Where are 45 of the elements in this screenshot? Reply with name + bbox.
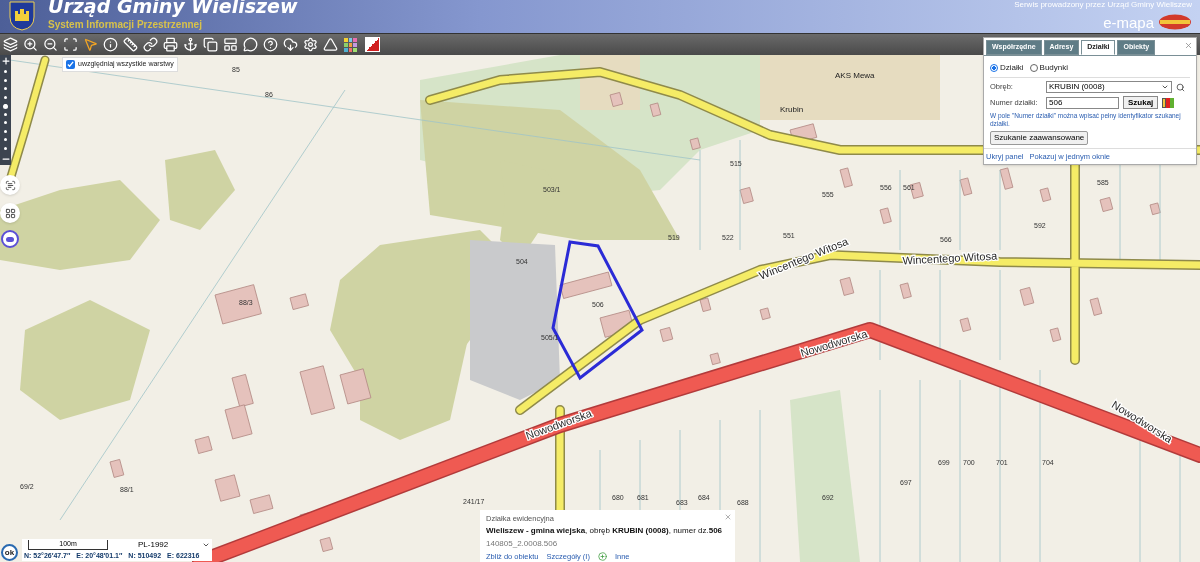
info-icon[interactable] [102, 35, 119, 54]
search-icon[interactable] [1176, 82, 1185, 92]
parcel-number-input[interactable]: 506 [1046, 96, 1119, 109]
layout-icon[interactable] [222, 35, 239, 54]
layers-icon[interactable] [2, 35, 19, 54]
translate-icon [4, 179, 16, 191]
cloud-download-icon[interactable] [282, 35, 299, 54]
triangle-icon[interactable] [322, 35, 339, 54]
zoom-in-icon[interactable] [0, 56, 11, 66]
brand-name: e-mapa [1103, 14, 1154, 30]
help-icon[interactable] [262, 35, 279, 54]
print-icon[interactable] [162, 35, 179, 54]
coat-of-arms-icon [9, 1, 35, 31]
precinct-select[interactable]: KRUBIN (0008) [1046, 81, 1172, 93]
search-button[interactable]: Szukaj [1123, 96, 1159, 109]
color-grid-icon[interactable] [342, 35, 359, 54]
zoom-out-icon[interactable] [42, 35, 59, 54]
settings-icon[interactable] [302, 35, 319, 54]
checkbox[interactable] [66, 60, 75, 69]
radio-option[interactable]: Budynki [1029, 62, 1069, 74]
anchor-icon[interactable] [182, 35, 199, 54]
ruler-icon[interactable] [122, 35, 139, 54]
zoom-slider[interactable] [0, 55, 11, 165]
link-icon[interactable] [142, 35, 159, 54]
place-label: AKS Mewa [835, 71, 875, 80]
check-icon [67, 61, 74, 68]
brand-logo-icon [1158, 14, 1192, 30]
header-subtitle: System Informacji Przestrzennej [48, 18, 203, 32]
place-label: Krubin [780, 105, 804, 114]
popup-description: Wieliszew - gmina wiejska, obręb KRUBIN (0008), numer dz.506 [486, 525, 723, 538]
advanced-search-button[interactable]: Szukanie zaawansowane [990, 131, 1089, 145]
crs-select[interactable]: PL-1992 [138, 538, 210, 551]
grid-icon [4, 207, 16, 219]
caret-icon [1161, 83, 1169, 91]
copy-icon[interactable] [202, 35, 219, 54]
zoom-in-icon[interactable] [22, 35, 39, 54]
diagonal-split-square-icon[interactable] [365, 37, 380, 52]
fullscreen-icon[interactable] [62, 35, 79, 54]
color-swatches-icon [1162, 97, 1175, 108]
parcel-id: 140805_2.0008.506 [486, 538, 558, 551]
street-label: Wincentego Witosa [902, 249, 998, 267]
speech-bubble-icon[interactable] [242, 35, 259, 54]
radio-option[interactable]: Działki [990, 62, 1024, 74]
plus-icon[interactable] [597, 552, 607, 562]
slider-thumb[interactable] [3, 104, 8, 110]
